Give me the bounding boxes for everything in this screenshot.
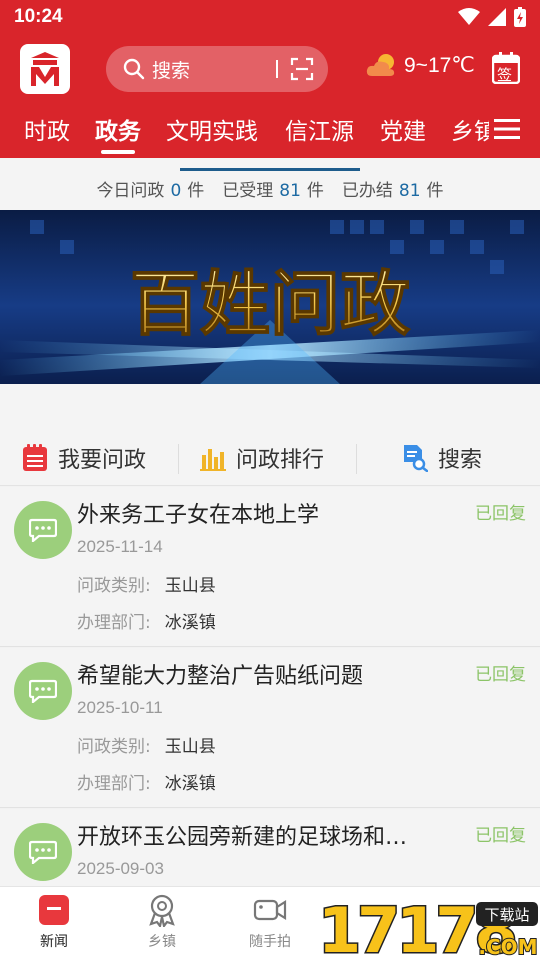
item-date: 2025-11-14 bbox=[77, 537, 163, 556]
item-department: 办理部门: 冰溪镇 bbox=[77, 769, 216, 794]
tab-xinjiangyuan[interactable]: 信江源 bbox=[285, 112, 354, 146]
item-title: 外来务工子女在本地上学 bbox=[77, 503, 320, 528]
list-item[interactable]: 希望能大力整治广告贴纸问题 已回复 2025-10-11 问政类别: 玉山县 办理… bbox=[0, 648, 540, 808]
tab-dangjian[interactable]: 党建 bbox=[380, 112, 426, 146]
app-header: 10:24 搜索 9~17℃ 签 时政 政务 文明实践 信江源 党建 乡镇 bbox=[0, 0, 540, 158]
list-search-button[interactable]: 搜索 bbox=[402, 442, 482, 474]
search-icon bbox=[123, 58, 145, 80]
stat-unit: 件 bbox=[306, 181, 324, 201]
weather-cloud-sun-icon bbox=[366, 54, 395, 76]
banner[interactable]: 百姓问政 bbox=[0, 210, 540, 384]
svg-text:下载站: 下载站 bbox=[484, 906, 529, 924]
status-badge: 已回复 bbox=[475, 504, 526, 524]
list-item[interactable]: 开放环玉公园旁新建的足球场和… 已回复 2025-09-03 bbox=[0, 809, 540, 886]
notepad-icon bbox=[23, 444, 47, 471]
sign-label: 签 bbox=[497, 66, 513, 84]
action-divider bbox=[356, 444, 357, 474]
nav-news[interactable]: 新闻 bbox=[14, 893, 94, 951]
logo-icon bbox=[31, 52, 59, 86]
stat-done-label: 已办结 bbox=[341, 181, 393, 201]
channel-tabs: 时政 政务 文明实践 信江源 党建 乡镇 bbox=[0, 104, 540, 158]
category-label: 问政类别: bbox=[77, 737, 151, 757]
comment-icon bbox=[14, 662, 72, 720]
search-placeholder: 搜索 bbox=[152, 59, 191, 82]
tab-xiangzhen[interactable]: 乡镇 bbox=[451, 112, 489, 146]
signal-icon bbox=[488, 8, 506, 26]
badge-icon bbox=[149, 894, 175, 927]
status-badge: 已回复 bbox=[475, 665, 526, 685]
app-logo[interactable] bbox=[20, 44, 70, 94]
wifi-icon bbox=[458, 8, 480, 25]
stats-bar: 今日问政 0 件已受理 81 件已办结 81 件 bbox=[0, 158, 540, 210]
stats-accent-line bbox=[180, 168, 360, 171]
scan-icon[interactable] bbox=[290, 57, 314, 81]
section-gap bbox=[0, 384, 540, 432]
doc-search-icon bbox=[404, 445, 428, 472]
ranking-label: 问政排行 bbox=[236, 448, 325, 473]
menu-icon[interactable] bbox=[494, 118, 520, 140]
action-divider bbox=[178, 444, 179, 474]
nav-snapshot[interactable]: 随手拍 bbox=[230, 893, 310, 951]
search-divider bbox=[276, 60, 278, 78]
category-value: 玉山县 bbox=[164, 737, 216, 757]
item-title: 希望能大力整治广告贴纸问题 bbox=[77, 664, 364, 689]
sign-in-button[interactable]: 签 bbox=[491, 52, 521, 85]
stat-today-label: 今日问政 bbox=[96, 181, 165, 201]
bar-chart-icon bbox=[200, 449, 226, 471]
status-time: 10:24 bbox=[14, 6, 63, 27]
list-item[interactable]: 外来务工子女在本地上学 已回复 2025-11-14 问政类别: 玉山县 办理部门… bbox=[0, 487, 540, 647]
nav-township[interactable]: 乡镇 bbox=[122, 893, 202, 951]
dept-value: 冰溪镇 bbox=[164, 774, 216, 794]
category-value: 玉山县 bbox=[164, 576, 216, 596]
search-bar[interactable]: 搜索 bbox=[106, 46, 328, 92]
banner-image: 百姓问政 bbox=[0, 210, 540, 384]
header-top-row: 搜索 9~17℃ 签 bbox=[0, 40, 540, 98]
item-category: 问政类别: 玉山县 bbox=[77, 732, 216, 757]
watermark-logo: 17178 下载站 .COM bbox=[316, 890, 540, 960]
item-department: 办理部门: 冰溪镇 bbox=[77, 608, 216, 633]
list-search-label: 搜索 bbox=[438, 448, 483, 473]
stat-unit: 件 bbox=[426, 181, 444, 201]
banner-title: 百姓问政 bbox=[130, 262, 410, 345]
tab-wenming[interactable]: 文明实践 bbox=[166, 112, 258, 146]
nav-news-label: 新闻 bbox=[40, 934, 68, 950]
tab-shizheng[interactable]: 时政 bbox=[24, 112, 70, 146]
status-bar: 10:24 bbox=[0, 0, 540, 36]
stats-text: 今日问政 0 件已受理 81 件已办结 81 件 bbox=[0, 176, 540, 201]
ask-question-label: 我要问政 bbox=[58, 448, 147, 473]
action-bar: 我要问政 问政排行 搜索 bbox=[0, 432, 540, 486]
weather-temp: 9~17℃ bbox=[404, 53, 475, 77]
ranking-button[interactable]: 问政排行 bbox=[200, 442, 324, 474]
comment-icon bbox=[14, 501, 72, 559]
stat-unit: 件 bbox=[187, 181, 205, 201]
item-date: 2025-10-11 bbox=[77, 698, 163, 717]
svg-text:.COM: .COM bbox=[478, 935, 537, 959]
stat-today-count: 0 bbox=[170, 181, 182, 201]
ask-question-button[interactable]: 我要问政 bbox=[22, 442, 146, 474]
video-camera-icon bbox=[253, 899, 287, 921]
item-title: 开放环玉公园旁新建的足球场和… bbox=[77, 825, 408, 850]
news-icon bbox=[39, 895, 69, 925]
weather-widget[interactable]: 9~17℃ bbox=[366, 52, 475, 78]
dept-value: 冰溪镇 bbox=[164, 613, 216, 633]
dept-label: 办理部门: bbox=[77, 613, 151, 633]
nav-snapshot-label: 随手拍 bbox=[249, 934, 291, 950]
tab-zhengwu[interactable]: 政务 bbox=[95, 112, 141, 146]
watermark-image: 17178 下载站 .COM bbox=[317, 893, 539, 960]
active-tab-indicator bbox=[101, 150, 135, 154]
dept-label: 办理部门: bbox=[77, 774, 151, 794]
nav-township-label: 乡镇 bbox=[148, 934, 176, 950]
item-category: 问政类别: 玉山县 bbox=[77, 571, 216, 596]
stat-accepted-count: 81 bbox=[279, 181, 301, 201]
comment-icon bbox=[14, 823, 72, 881]
category-label: 问政类别: bbox=[77, 576, 151, 596]
stat-accepted-label: 已受理 bbox=[222, 181, 274, 201]
status-icons bbox=[458, 7, 526, 27]
battery-icon bbox=[514, 7, 526, 27]
stat-done-count: 81 bbox=[398, 181, 421, 201]
status-badge: 已回复 bbox=[475, 826, 526, 846]
item-date: 2025-09-03 bbox=[77, 859, 164, 878]
